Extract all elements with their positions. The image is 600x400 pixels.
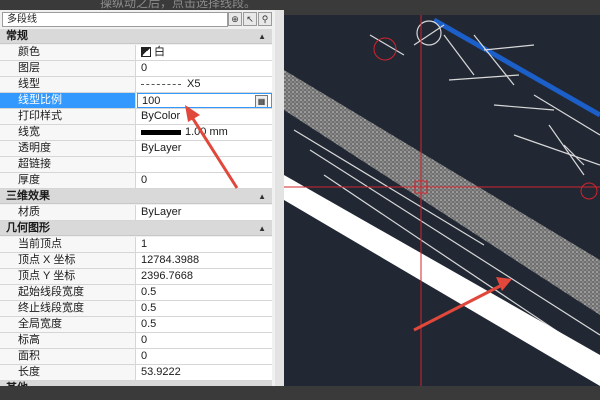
- property-name: 当前顶点: [0, 237, 136, 252]
- annotation-arrow-icon: [185, 105, 239, 189]
- property-row-current-vertex[interactable]: 当前顶点 1: [0, 237, 272, 253]
- property-name: 颜色: [0, 45, 136, 60]
- property-name: 图层: [0, 61, 136, 76]
- property-row-elevation[interactable]: 标高 0: [0, 333, 272, 349]
- property-row-material[interactable]: 材质 ByLayer: [0, 205, 272, 221]
- property-name: 透明度: [0, 141, 136, 156]
- properties-panel: 多段线 ⊕ ↖ ⚲ 常规 ▲ 颜色 白 图层 0 线型 X5 线型比例 100 ▦ 打…: [0, 10, 276, 386]
- property-name: 面积: [0, 349, 136, 364]
- property-value[interactable]: 0.5: [137, 317, 272, 332]
- property-row-linetype[interactable]: 线型 X5: [0, 77, 272, 93]
- selector-buttons: ⊕ ↖ ⚲: [228, 12, 273, 26]
- property-row-area[interactable]: 面积 0: [0, 349, 272, 365]
- geometry-rows: 当前顶点 1 顶点 X 坐标 12784.3988 顶点 Y 坐标 2396.7…: [0, 237, 272, 381]
- select-objects-icon[interactable]: ↖: [243, 12, 257, 26]
- linetype-scale-value: 100: [142, 95, 161, 107]
- section-general-label: 常规: [6, 30, 28, 42]
- panel-scrollbar[interactable]: [275, 10, 284, 386]
- quick-select-icon[interactable]: ⚲: [258, 12, 272, 26]
- section-geometry-label: 几何图形: [6, 222, 50, 234]
- chevron-up-icon: ▲: [258, 32, 266, 41]
- section-general[interactable]: 常规 ▲: [0, 29, 272, 44]
- property-name: 线型比例: [0, 93, 136, 108]
- bottom-bar: [0, 386, 600, 400]
- property-name: 顶点 Y 坐标: [0, 269, 136, 284]
- property-value[interactable]: 0: [137, 333, 272, 348]
- property-row-global-width[interactable]: 全局宽度 0.5: [0, 317, 272, 333]
- property-row-start-width[interactable]: 起始线段宽度 0.5: [0, 285, 272, 301]
- property-name: 全局宽度: [0, 317, 136, 332]
- effects-rows: 材质 ByLayer: [0, 205, 272, 221]
- calculator-icon[interactable]: ▦: [255, 95, 268, 107]
- object-type-select[interactable]: 多段线: [2, 12, 228, 27]
- property-value[interactable]: 0: [137, 349, 272, 364]
- property-name: 终止线段宽度: [0, 301, 136, 316]
- property-name: 顶点 X 坐标: [0, 253, 136, 268]
- property-value[interactable]: 12784.3988: [137, 253, 272, 268]
- linetype-preview-icon: [141, 83, 181, 85]
- drawing-view[interactable]: [284, 15, 600, 386]
- property-name: 线型: [0, 77, 136, 92]
- property-value[interactable]: 2396.7668: [137, 269, 272, 284]
- property-row-vertex-x[interactable]: 顶点 X 坐标 12784.3988: [0, 253, 272, 269]
- property-row-vertex-y[interactable]: 顶点 Y 坐标 2396.7668: [0, 269, 272, 285]
- property-name: 起始线段宽度: [0, 285, 136, 300]
- property-name: 长度: [0, 365, 136, 380]
- property-name: 打印样式: [0, 109, 136, 124]
- blue-polyline[interactable]: [432, 17, 600, 118]
- property-row-end-width[interactable]: 终止线段宽度 0.5: [0, 301, 272, 317]
- section-geometry[interactable]: 几何图形 ▲: [0, 221, 272, 236]
- property-row-color[interactable]: 颜色 白: [0, 45, 272, 61]
- chevron-up-icon: ▲: [258, 224, 266, 233]
- property-name: 厚度: [0, 173, 136, 188]
- color-value: 白: [154, 46, 165, 58]
- property-value[interactable]: 0: [137, 61, 272, 76]
- color-swatch-icon: [141, 47, 151, 58]
- property-row-length[interactable]: 长度 53.9222: [0, 365, 272, 381]
- section-3d-label: 三维效果: [6, 190, 50, 202]
- toggle-pickadd-icon[interactable]: ⊕: [228, 12, 242, 26]
- property-name: 材质: [0, 205, 136, 220]
- drawing-canvas[interactable]: [284, 15, 600, 386]
- property-value[interactable]: 白: [137, 45, 272, 60]
- property-name: 标高: [0, 333, 136, 348]
- property-value[interactable]: 0.5: [137, 301, 272, 316]
- property-value[interactable]: X5: [137, 77, 272, 92]
- property-name: 线宽: [0, 125, 136, 140]
- property-value[interactable]: ByLayer: [137, 205, 272, 220]
- chevron-up-icon: ▲: [258, 192, 266, 201]
- property-name: 超链接: [0, 157, 136, 172]
- property-value[interactable]: 1: [137, 237, 272, 252]
- linetype-value: X5: [187, 78, 201, 90]
- property-value[interactable]: 0.5: [137, 285, 272, 300]
- property-value[interactable]: 53.9222: [137, 365, 272, 380]
- property-row-layer[interactable]: 图层 0: [0, 61, 272, 77]
